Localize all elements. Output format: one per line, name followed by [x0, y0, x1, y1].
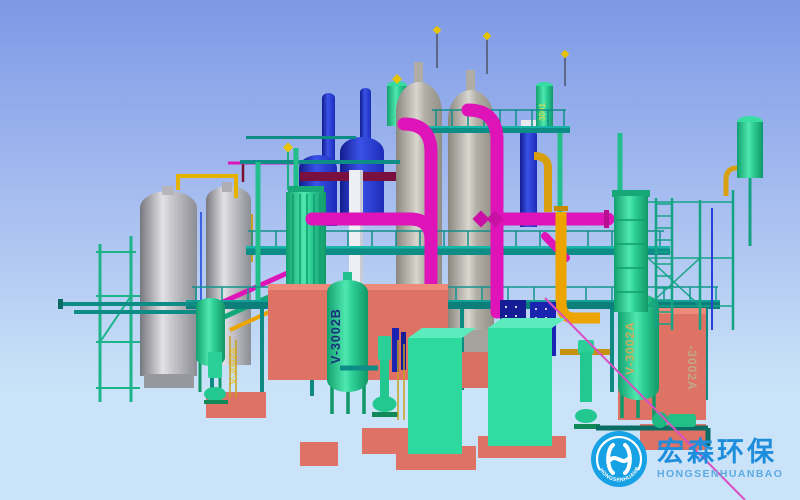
hx-left-cap: [288, 186, 324, 193]
pump-right-motor: [578, 340, 594, 354]
vessel-center-bottom: [327, 368, 368, 392]
mid-rail-beam-2: [246, 136, 356, 139]
magenta-flange: [604, 210, 609, 228]
left-frame-tower: [96, 236, 140, 402]
pump-center-motor: [378, 336, 391, 360]
vent-masts: [437, 26, 565, 86]
pump-center-volute: [373, 396, 397, 412]
brand-lockup: HONGSENHUANBAO 宏森环保 HONGSENHUANBAO: [590, 430, 783, 488]
right-hx-and-ladder: [612, 116, 763, 330]
plate-hx-left: [286, 186, 326, 292]
brand-text: 宏森环保 HONGSENHUANBAO: [657, 438, 783, 480]
skid-b-front: [488, 328, 552, 446]
gold-elbow-far: [726, 168, 737, 196]
pump-far-motor: [668, 414, 696, 427]
mid-rail-beam: [240, 160, 400, 164]
pump-left-base: [204, 400, 228, 404]
diamond-marker-icon: [283, 143, 293, 153]
pump-left-motor: [208, 352, 222, 378]
pump-center-column: [380, 360, 389, 400]
company-logo-icon: HONGSENHUANBAO: [590, 430, 648, 488]
hx-right-body: [614, 196, 648, 312]
hx-right-cap: [612, 190, 650, 197]
far-green-cylinder: [737, 122, 763, 178]
tank-2-nozzle: [222, 182, 232, 192]
pump-right-volute: [575, 409, 597, 423]
pump-center-base: [372, 412, 398, 417]
column-right-shell: [448, 116, 494, 330]
equipment-tag-3001: 3001: [538, 103, 547, 121]
equipment-tag-v3002a: V-3002A: [623, 321, 637, 375]
diamond-marker-icon: [483, 32, 491, 40]
brand-name-english: HONGSENHUANBAO: [657, 469, 783, 480]
plant-scene: 3001: [0, 0, 800, 500]
vessel-right-bottom: [618, 376, 659, 400]
tank-1-skirt: [144, 374, 194, 388]
brand-name-chinese: 宏森环保: [657, 438, 783, 466]
equipment-tag-v3002b: V-3002B: [329, 308, 343, 364]
diamond-marker-icon: [433, 26, 441, 34]
pump-pad-center-left: [300, 442, 338, 466]
tank-1-nozzle: [162, 186, 174, 195]
skid-a-front: [408, 338, 462, 454]
yellow-flange: [554, 206, 568, 211]
pipe-flange: [58, 299, 63, 309]
frame-braces: [96, 252, 140, 388]
cad-3d-plant-render: 3001: [0, 0, 800, 500]
diamond-marker-icon: [561, 50, 569, 58]
pump-right-column: [580, 352, 592, 402]
tank-1-shell: [140, 208, 197, 376]
equipment-tag-wall: -3002A: [685, 345, 699, 390]
pump-left-volute: [204, 387, 226, 401]
